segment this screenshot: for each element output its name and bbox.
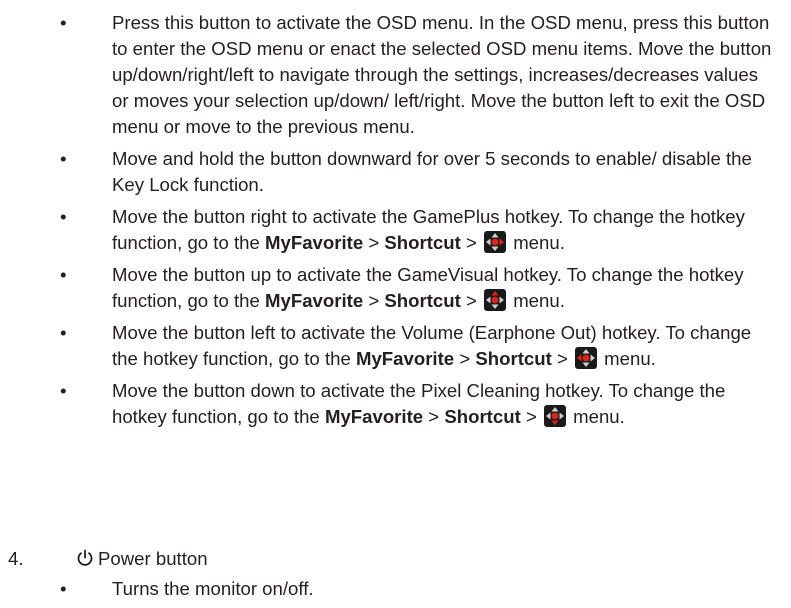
item-suffix: menu. [513,232,565,253]
bullet: • [60,264,67,285]
bullet-text: Move the button up to activate the GameV… [112,262,775,314]
arrow-right-mark [499,238,505,246]
separator: > [556,348,568,369]
list-item: • Turns the monitor on/off. [60,576,775,602]
separator: > [368,232,380,253]
bullet-text: Press this button to activate the OSD me… [112,12,772,137]
item-suffix: menu. [604,348,656,369]
joystick-right-icon [484,231,507,253]
arrow-left-mark [486,296,491,304]
bullet-text: Turns the monitor on/off. [112,578,314,599]
joystick-up-icon [484,289,507,311]
menu-myfavorite: MyFavorite [355,348,455,369]
arrow-right-mark [559,412,564,420]
manual-page: • Press this button to activate the OSD … [0,0,791,604]
arrow-down-mark [491,246,499,251]
bullet: • [60,12,67,33]
list-item: • Move the button left to activate the V… [60,320,775,372]
bullet-text: Move and hold the button downward for ov… [112,148,752,195]
bullet-text: Move the button left to activate the Vol… [112,320,775,372]
menu-shortcut: Shortcut [475,348,552,369]
item-suffix: menu. [573,406,625,427]
section-number: 4. [8,548,24,569]
arrow-up-mark [491,291,499,296]
button-functions-list: • Press this button to activate the OSD … [60,10,775,436]
bullet-text: Move the button down to activate the Pix… [112,378,775,430]
arrow-down-mark [582,362,590,367]
bullet: • [60,322,67,343]
joystick-center-mark [582,354,590,362]
separator: > [368,290,380,311]
separator: > [465,290,477,311]
arrow-up-mark [491,233,499,238]
arrow-left-mark [576,354,582,362]
separator: > [465,232,477,253]
joystick-left-icon [574,347,597,369]
arrow-up-mark [551,407,559,412]
item-suffix: menu. [513,290,565,311]
arrow-right-mark [499,296,505,304]
bullet-text: Move the button right to activate the Ga… [112,204,775,256]
bullet: • [60,206,67,227]
menu-myfavorite: MyFavorite [324,406,424,427]
joystick-center-mark [491,238,499,246]
separator: > [459,348,471,369]
list-item: • Move and hold the button downward for … [60,146,775,198]
menu-shortcut: Shortcut [384,290,461,311]
separator: > [428,406,440,427]
list-item: • Move the button up to activate the Gam… [60,262,775,314]
list-item: • Press this button to activate the OSD … [60,10,775,140]
menu-shortcut: Shortcut [384,232,461,253]
power-icon [77,549,93,566]
power-button-functions-list: • Turns the monitor on/off. [60,576,775,608]
arrow-up-mark [582,349,590,354]
bullet: • [60,380,67,401]
arrow-down-mark [551,420,559,425]
arrow-left-mark [545,412,551,420]
list-item: • Move the button down to activate the P… [60,378,775,430]
joystick-down-icon [543,405,566,427]
joystick-center-mark [491,296,499,304]
section-title: Power button [98,548,208,569]
bullet: • [60,148,67,169]
separator: > [525,406,537,427]
section-title-line: Power button [76,546,208,572]
menu-shortcut: Shortcut [444,406,521,427]
arrow-down-mark [491,304,499,309]
joystick-center-mark [551,412,559,420]
menu-myfavorite: MyFavorite [265,290,364,311]
menu-myfavorite: MyFavorite [265,232,364,253]
arrow-right-mark [590,354,595,362]
list-item: • Move the button right to activate the … [60,204,775,256]
bullet: • [60,578,67,599]
arrow-left-mark [486,238,491,246]
